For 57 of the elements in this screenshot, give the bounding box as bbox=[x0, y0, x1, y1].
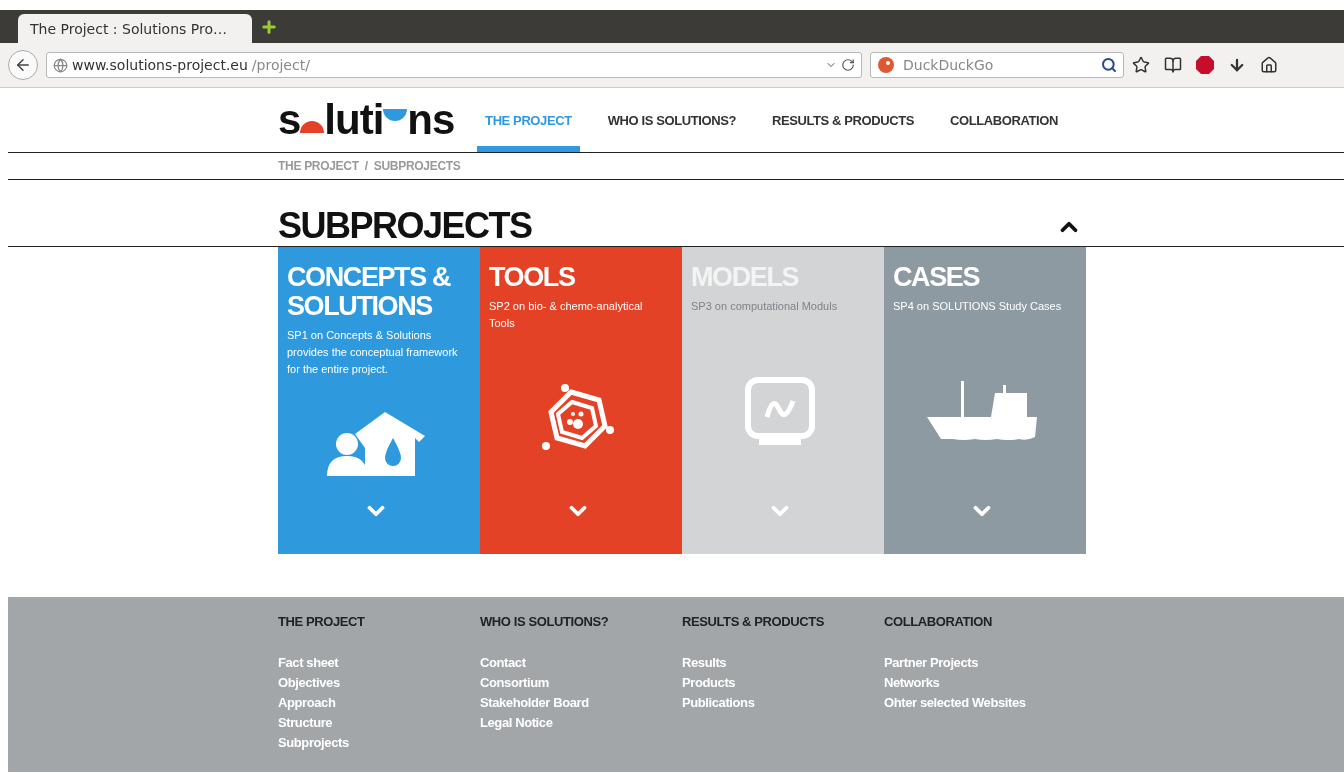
tile-description: SP1 on Concepts & Solutions provides the conceptual framework for the entire project. bbox=[287, 328, 459, 377]
tile-description: SP3 on computational Moduls bbox=[691, 299, 839, 314]
tile-description: SP4 on SOLUTIONS Study Cases bbox=[893, 299, 1063, 314]
footer-link[interactable]: Partner Projects bbox=[884, 653, 1086, 673]
new-tab-icon[interactable] bbox=[260, 17, 278, 36]
footer-heading: THE PROJECT bbox=[278, 614, 366, 629]
footer-link[interactable]: Consortium bbox=[480, 673, 682, 693]
reading-list-icon bbox=[1164, 56, 1182, 74]
home-icon bbox=[1260, 56, 1278, 74]
page-heading: SUBPROJECTS bbox=[278, 208, 532, 244]
subproject-tile[interactable]: CONCEPTS & SOLUTIONS SP1 on Concepts & Solutions provides the conceptual framework for the entire project. bbox=[278, 247, 480, 554]
subproject-tile[interactable]: CASES SP4 on SOLUTIONS Study Cases bbox=[884, 247, 1086, 554]
tile-title: CONCEPTS & SOLUTIONS bbox=[287, 263, 452, 321]
star-icon bbox=[1132, 56, 1150, 74]
footer-heading: RESULTS & PRODUCTS bbox=[682, 614, 826, 629]
duck-icon bbox=[877, 56, 897, 74]
footer-link[interactable]: Stakeholder Board bbox=[480, 693, 682, 713]
footer-link[interactable]: Networks bbox=[884, 673, 1086, 693]
nav-link[interactable]: COLLABORATION bbox=[942, 88, 1066, 152]
breadcrumb-separator: / bbox=[364, 159, 368, 173]
footer-link[interactable]: Results bbox=[682, 653, 884, 673]
footer-heading: COLLABORATION bbox=[884, 614, 993, 629]
breadcrumb-link[interactable]: THE PROJECT bbox=[278, 159, 359, 173]
footer-link[interactable]: Subprojects bbox=[278, 733, 480, 753]
footer-link[interactable]: Publications bbox=[682, 693, 884, 713]
search-field[interactable]: DuckDuckGo bbox=[870, 52, 1124, 78]
footer-heading: WHO IS SOLUTIONS? bbox=[480, 614, 610, 629]
back-button[interactable] bbox=[8, 50, 38, 80]
solutions-logo[interactable]: s luti ns bbox=[278, 88, 478, 152]
url-path: /project/ bbox=[251, 57, 310, 73]
footer-link[interactable]: Fact sheet bbox=[278, 653, 480, 673]
address-field[interactable]: www.solutions-project.eu /project/ bbox=[46, 52, 862, 78]
footer-link[interactable]: Approach bbox=[278, 693, 480, 713]
download-icon bbox=[1228, 56, 1246, 74]
footer-link[interactable]: Products bbox=[682, 673, 884, 693]
url-host: www.solutions-project.eu bbox=[72, 57, 248, 73]
tile-description: SP2 on bio- & chemo-analytical Tools bbox=[489, 299, 644, 331]
footer-link[interactable]: Structure bbox=[278, 713, 480, 733]
nav-link[interactable]: RESULTS & PRODUCTS bbox=[764, 88, 923, 152]
browser-tab[interactable]: The Project : Solutions Pro… bbox=[18, 14, 252, 43]
monitor-icon bbox=[744, 376, 815, 447]
nav-link[interactable]: THE PROJECT bbox=[477, 88, 580, 152]
footer-link[interactable]: Legal Notice bbox=[480, 713, 682, 733]
search-placeholder: DuckDuckGo bbox=[903, 57, 994, 73]
footer-link[interactable]: Ohter selected Websites bbox=[884, 693, 1086, 713]
footer-link[interactable]: Objectives bbox=[278, 673, 480, 693]
nav-link[interactable]: WHO IS SOLUTIONS? bbox=[599, 88, 744, 152]
subproject-tile[interactable]: TOOLS SP2 on bio- & chemo-analytical Tools bbox=[480, 247, 682, 554]
breadcrumb-link[interactable]: SUBPROJECTS bbox=[373, 159, 461, 173]
globe-icon bbox=[53, 57, 68, 73]
footer-link[interactable]: Contact bbox=[480, 653, 682, 673]
tile-title: TOOLS bbox=[489, 263, 576, 292]
adblock-icon bbox=[1196, 56, 1214, 74]
tile-title: CASES bbox=[893, 263, 981, 292]
search-icon bbox=[1101, 57, 1117, 73]
reload-icon bbox=[841, 58, 855, 72]
boat-icon bbox=[926, 380, 1037, 443]
